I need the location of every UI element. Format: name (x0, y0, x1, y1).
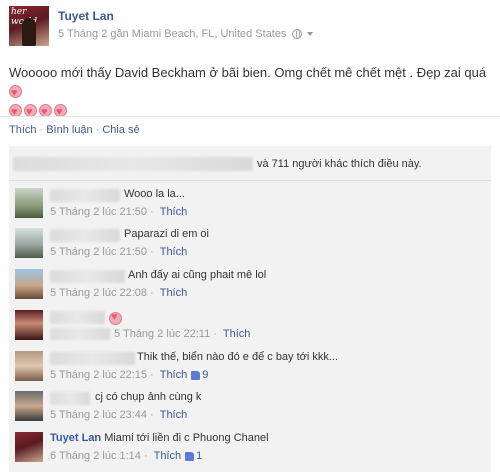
page-name-link[interactable]: Tuyet Lan (58, 9, 114, 23)
comment-body: Paparazi di em oi (124, 228, 209, 240)
thumbs-up-icon (185, 451, 195, 461)
comment-body: Miami tới liền đi c Phuong Chanel (104, 432, 269, 444)
comment-meta: 5 Tháng 2 lúc 23:44 · Thích (50, 409, 188, 421)
comment-like-link[interactable]: Thích (154, 450, 182, 462)
heart-icon (109, 311, 122, 325)
comment-meta: 5 Tháng 2 lúc 21:50 · Thích (50, 246, 188, 258)
comment: Tuyet Lan Miami tới liền đi c Phuong Cha… (9, 430, 491, 470)
comment-like-link[interactable]: Thích (160, 206, 188, 218)
comments-section: và 711 người khác thích điều này. Wooo l… (9, 146, 491, 472)
comment-time[interactable]: 5 Tháng 2 lúc 21:50 (50, 246, 147, 258)
comment-body: Thik thế, biển nào đó e để c bay tới kkk… (137, 351, 339, 363)
comment: Anh đấy ai cũng phait mê lol 5 Tháng 2 l… (9, 267, 491, 307)
comment-like-count[interactable]: 1 (196, 450, 202, 462)
post-header: her world Tuyet Lan 5 Tháng 2 gần Miami … (9, 6, 491, 50)
comment-meta: 6 Tháng 2 lúc 1:14 · Thích 1 (50, 450, 203, 462)
commenter-name-blurred[interactable] (50, 229, 120, 242)
comment-time[interactable]: 5 Tháng 2 lúc 22:11 (114, 328, 210, 340)
avatar[interactable] (15, 228, 43, 258)
comment-time[interactable]: 5 Tháng 2 lúc 21:50 (50, 206, 147, 218)
comment-like-link[interactable]: Thích (160, 246, 188, 258)
likes-text[interactable]: và 711 người khác thích điều này. (257, 158, 422, 170)
post-timestamp[interactable]: 5 Tháng 2 gần Miami Beach, FL, United St… (58, 28, 286, 40)
comment-meta: 5 Tháng 2 lúc 21:50 · Thích (50, 206, 188, 218)
avatar[interactable] (15, 391, 43, 421)
heart-icon (9, 84, 22, 103)
comment-meta: 5 Tháng 2 lúc 22:15 · Thích 9 (50, 369, 209, 381)
avatar[interactable] (15, 188, 43, 218)
comment: 5 Tháng 2 lúc 22:11·Thích (9, 308, 491, 348)
comment-like-link[interactable]: Thích (160, 409, 188, 421)
commenter-name-blurred[interactable] (50, 352, 135, 365)
page-avatar[interactable]: her world (9, 6, 49, 46)
blurred-names (13, 157, 253, 171)
divider (0, 116, 500, 117)
commenter-name[interactable]: Tuyet Lan (50, 432, 101, 444)
commenter-name-blurred[interactable] (50, 270, 125, 283)
share-link[interactable]: Chia sẻ (102, 124, 139, 136)
thumbs-up-icon (191, 370, 201, 380)
like-post-link[interactable]: Thích (9, 124, 37, 136)
comment: Wooo la la... 5 Tháng 2 lúc 21:50 · Thích (9, 186, 491, 226)
comment-content: Tuyet Lan Miami tới liền đi c Phuong Cha… (50, 432, 269, 444)
comment-like-link[interactable]: Thích (160, 287, 188, 299)
commenter-name-blurred[interactable] (50, 189, 120, 202)
comment-body: Anh đấy ai cũng phait mê lol (128, 269, 267, 281)
commenter-name-blurred[interactable] (50, 392, 90, 405)
comment-time[interactable]: 5 Tháng 2 lúc 22:15 (50, 369, 147, 381)
comment: Paparazi di em oi 5 Tháng 2 lúc 21:50 · Th… (9, 226, 491, 266)
comment: cj có chụp ảnh cùng k 5 Tháng 2 lúc 23:4… (9, 389, 491, 429)
comment-time[interactable]: 6 Tháng 2 lúc 1:14 (50, 450, 141, 462)
avatar[interactable] (15, 351, 43, 381)
comment-meta: 5 Tháng 2 lúc 22:08 · Thích (50, 287, 188, 299)
post-meta: 5 Tháng 2 gần Miami Beach, FL, United St… (58, 28, 314, 40)
comment-time[interactable]: 5 Tháng 2 lúc 23:44 (50, 409, 147, 421)
avatar[interactable] (15, 310, 43, 340)
post-text: Wooooo mới thấy David Beckham ở bãi bien… (9, 63, 489, 122)
comment-like-link[interactable]: Thích (223, 328, 251, 340)
comment-body: Wooo la la... (124, 188, 185, 200)
globe-icon (292, 29, 303, 39)
chevron-down-icon[interactable] (307, 32, 314, 36)
comment-like-link[interactable]: Thích (160, 369, 188, 381)
likes-summary: và 711 người khác thích điều này. (13, 154, 487, 174)
comment-meta: 5 Tháng 2 lúc 22:11 · Thích (50, 328, 250, 340)
comment-like-count[interactable]: 9 (202, 369, 208, 381)
comment-link[interactable]: Bình luận (46, 124, 92, 136)
avatar[interactable] (15, 432, 43, 462)
comment: Thik thế, biển nào đó e để c bay tới kkk… (9, 349, 491, 389)
avatar[interactable] (15, 269, 43, 299)
comment-time[interactable]: 5 Tháng 2 lúc 22:08 (50, 287, 147, 299)
action-bar: Thích · Bình luận · Chia sẻ (9, 124, 140, 136)
post-message: Wooooo mới thấy David Beckham ở bãi bien… (9, 65, 487, 80)
commenter-name-blurred[interactable] (50, 311, 105, 324)
comment-body: cj có chụp ảnh cùng k (95, 391, 202, 403)
